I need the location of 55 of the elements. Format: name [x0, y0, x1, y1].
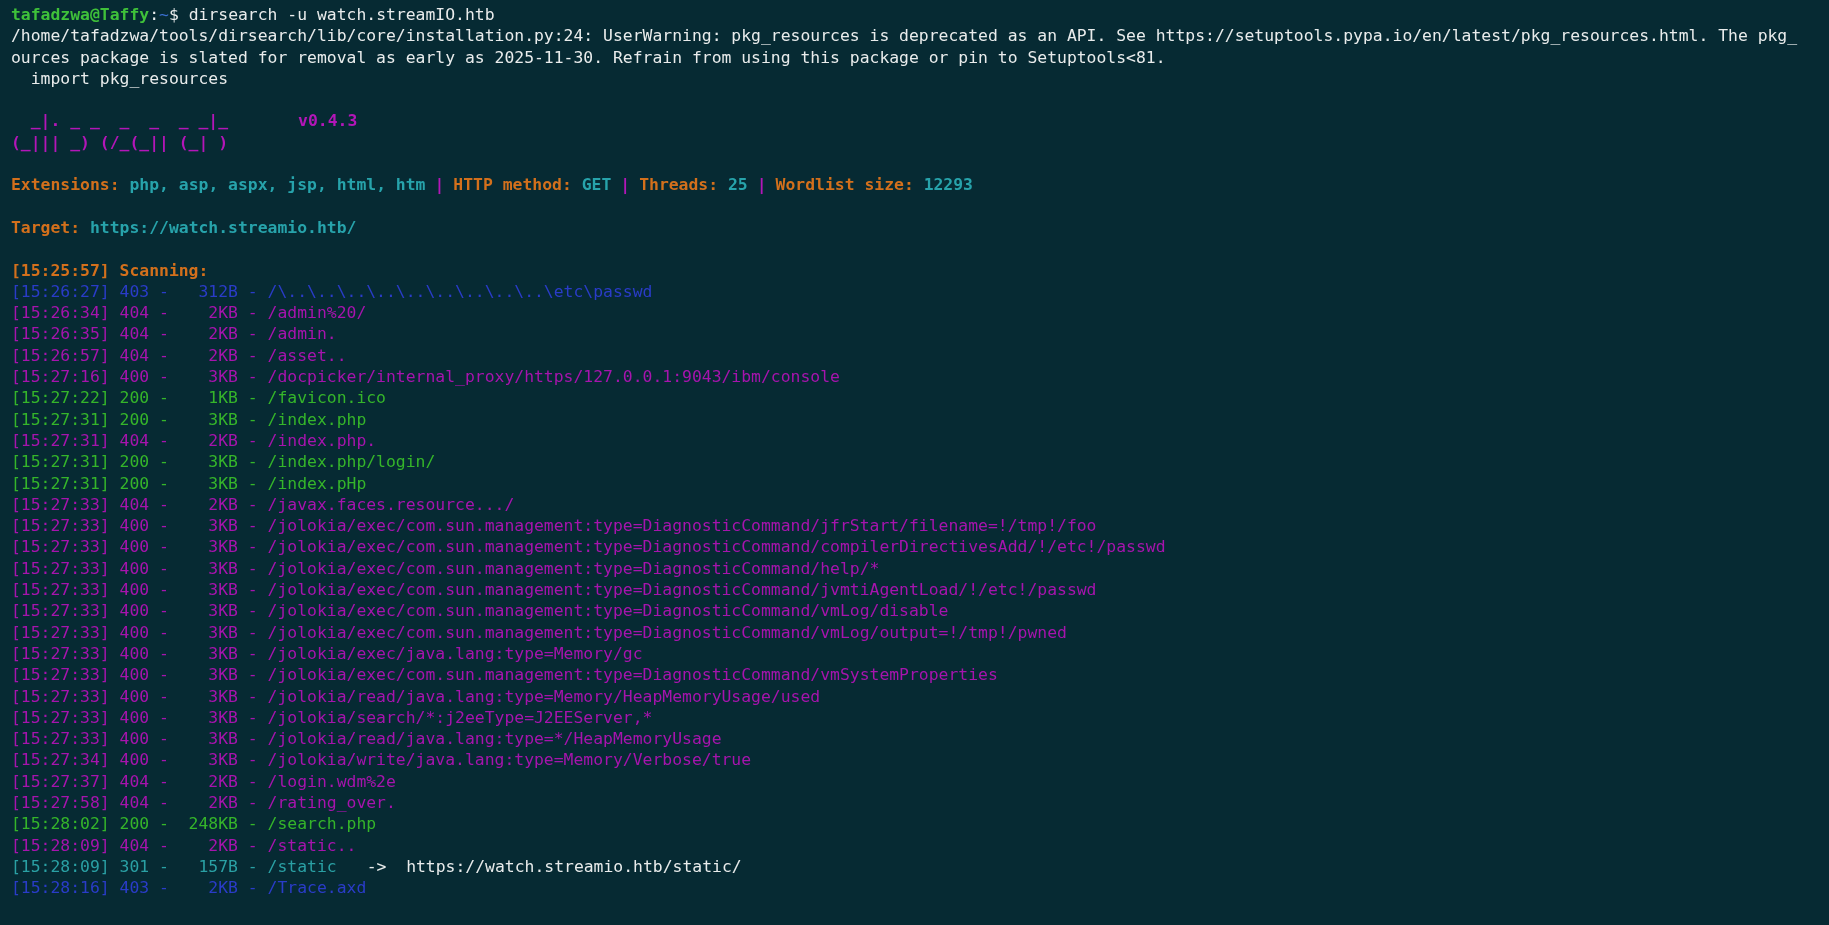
scan-result-line: [15:27:33] 400 - 3KB - /jolokia/exec/com.sun.management:type=DiagnosticCommand/compilerDirectivesAdd/!/etc!/passwd — [11, 537, 1166, 557]
scan-result-line: [15:27:33] 400 - 3KB - /jolokia/exec/com.sun.management:type=DiagnosticCommand/help/* — [11, 558, 880, 578]
prompt-path: ~ — [159, 5, 169, 24]
scan-result-line: [15:26:27] 403 - 312B - /\..\..\..\..\..\..\..\..\..\etc\passwd — [11, 281, 653, 301]
warning-text: ources package is slated for removal as early as 2025-11-30. Refrain from using this package or pin to Setuptools<81. — [11, 47, 1166, 67]
scan-result-line: [15:27:33] 400 - 3KB - /jolokia/search/*:j2eeType=J2EEServer,* — [11, 707, 653, 727]
command-text: dirsearch -u watch.streamIO.htb — [188, 5, 495, 24]
setting-value: php, asp, aspx, jsp, html, htm — [129, 175, 426, 195]
scan-result-line: [15:26:34] 404 - 2KB - /admin%20/ — [11, 303, 367, 323]
setting-value: 12293 — [923, 175, 973, 195]
separator-text: | — [434, 175, 445, 195]
scan-result-line: [15:27:33] 400 - 3KB - /jolokia/exec/com.sun.management:type=DiagnosticCommand/jfrStart/filename=!/tmp!/foo — [11, 516, 1097, 536]
prompt-symbol: $ — [168, 5, 179, 24]
separator-text: | — [756, 175, 767, 195]
scanning-text: [15:25:57] Scanning: — [11, 260, 209, 280]
scan-result-line: [15:27:16] 400 - 3KB - /docpicker/internal_proxy/https/127.0.0.1:9043/ibm/console — [11, 367, 840, 387]
scan-result-line: [15:27:33] 404 - 2KB - /javax.faces.resource.../ — [11, 494, 515, 514]
scan-result-line: [15:27:31] 200 - 3KB - /index.pHp — [11, 473, 367, 493]
scan-result-line: [15:26:57] 404 - 2KB - /asset.. — [11, 345, 347, 365]
scan-result-line: [15:27:22] 200 - 1KB - /favicon.ico — [11, 388, 386, 408]
setting-label: HTTP method: — [453, 175, 572, 195]
setting-value: 25 — [727, 175, 748, 195]
scan-result-line: [15:28:16] 403 - 2KB - /Trace.axd — [11, 878, 367, 898]
scan-result-line: [15:27:33] 400 - 3KB - /jolokia/exec/com.sun.management:type=DiagnosticCommand/vmLog/output=!/tmp!/pwned — [11, 622, 1067, 642]
version-text: v0.4.3 — [298, 111, 358, 131]
redirect-text: -> https://watch.streamio.htb/static/ — [366, 856, 742, 876]
scan-result-line: [15:27:33] 400 - 3KB - /jolokia/read/java.lang:type=Memory/HeapMemoryUsage/used — [11, 686, 821, 706]
setting-label: Extensions: — [11, 175, 120, 195]
target-url: https://watch.streamio.htb/ — [89, 217, 357, 237]
warning-text: import pkg_resources — [29, 68, 229, 88]
target-label: Target: — [11, 217, 81, 237]
scan-result-line: [15:27:31] 200 - 3KB - /index.php — [11, 409, 367, 429]
ascii-logo-line: _|. _ _ _ _ _ _|_ — [29, 111, 229, 131]
scan-result-line: [15:27:33] 400 - 3KB - /jolokia/read/java.lang:type=*/HeapMemoryUsage — [11, 729, 722, 749]
prompt-user: tafadzwa@Taffy — [11, 5, 150, 24]
scan-result-line: [15:28:02] 200 - 248KB - /search.php — [11, 814, 377, 834]
scan-result-line: [15:27:37] 404 - 2KB - /login.wdm%2e — [11, 771, 396, 791]
setting-label: Wordlist size: — [775, 175, 914, 195]
setting-label: Threads: — [639, 175, 719, 195]
warning-text: /home/tafadzwa/tools/dirsearch/lib/core/installation.py:24: UserWarning: pkg_resources is deprecated as an API. See https://setuptools.pypa.io/en/latest/pkg_resources.html. The pkg_ — [11, 26, 1798, 46]
setting-value: GET — [581, 175, 612, 195]
prompt-separator: : — [149, 5, 160, 24]
scan-result-line: [15:28:09] 301 - 157B - /static — [11, 856, 337, 876]
scan-result-line: [15:28:09] 404 - 2KB - /static.. — [11, 835, 357, 855]
scan-result-line: [15:27:31] 404 - 2KB - /index.php. — [11, 430, 377, 450]
scan-result-line: [15:27:34] 400 - 3KB - /jolokia/write/java.lang:type=Memory/Verbose/true — [11, 750, 752, 770]
scan-result-line: [15:27:31] 200 - 3KB - /index.php/login/ — [11, 452, 436, 472]
separator-text: | — [620, 175, 631, 195]
scan-result-line: [15:27:33] 400 - 3KB - /jolokia/exec/com.sun.management:type=DiagnosticCommand/jvmtiAgentLoad/!/etc!/passwd — [11, 580, 1097, 599]
scan-result-line: [15:27:33] 400 - 3KB - /jolokia/exec/com.sun.management:type=DiagnosticCommand/vmLog/disable — [11, 601, 949, 621]
scan-result-line: [15:27:58] 404 - 2KB - /rating_over. — [11, 793, 396, 812]
scan-result-line: [15:27:33] 400 - 3KB - /jolokia/exec/java.lang:type=Memory/gc — [11, 643, 643, 663]
ascii-logo-line: (_||| _) (/_(_|| (_| ) — [11, 132, 229, 152]
scan-result-line: [15:27:33] 400 - 3KB - /jolokia/exec/com.sun.management:type=DiagnosticCommand/vmSystemProperties — [11, 665, 998, 685]
scan-result-line: [15:26:35] 404 - 2KB - /admin. — [11, 324, 337, 344]
